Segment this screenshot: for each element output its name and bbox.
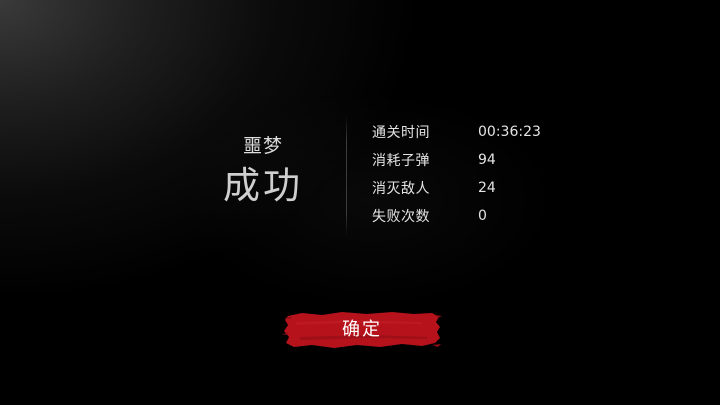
confirm-button[interactable]: 确定	[282, 310, 442, 350]
result-summary: 噩梦 成功	[218, 134, 308, 208]
stat-value: 94	[478, 152, 496, 168]
stats-panel: 通关时间 00:36:23 消耗子弹 94 消灭敌人 24 失败次数 0	[372, 118, 572, 230]
outcome-label: 成功	[223, 164, 303, 207]
stat-row-enemies-killed: 消灭敌人 24	[372, 174, 572, 202]
game-result-screen: 噩梦 成功 通关时间 00:36:23 消耗子弹 94 消灭敌人 24 失败次数…	[0, 0, 720, 405]
stat-value: 00:36:23	[478, 124, 541, 140]
stat-row-bullets-used: 消耗子弹 94	[372, 146, 572, 174]
stat-label: 失败次数	[372, 209, 430, 225]
stat-label: 通关时间	[372, 125, 430, 141]
confirm-button-label: 确定	[342, 319, 382, 340]
difficulty-label: 噩梦	[242, 135, 283, 157]
vertical-divider	[346, 116, 347, 236]
stat-value: 0	[478, 208, 487, 224]
stat-label: 消灭敌人	[372, 181, 430, 197]
stat-row-failures: 失败次数 0	[372, 202, 572, 230]
stat-label: 消耗子弹	[372, 153, 430, 169]
stat-value: 24	[478, 180, 496, 196]
stat-row-clear-time: 通关时间 00:36:23	[372, 118, 572, 146]
